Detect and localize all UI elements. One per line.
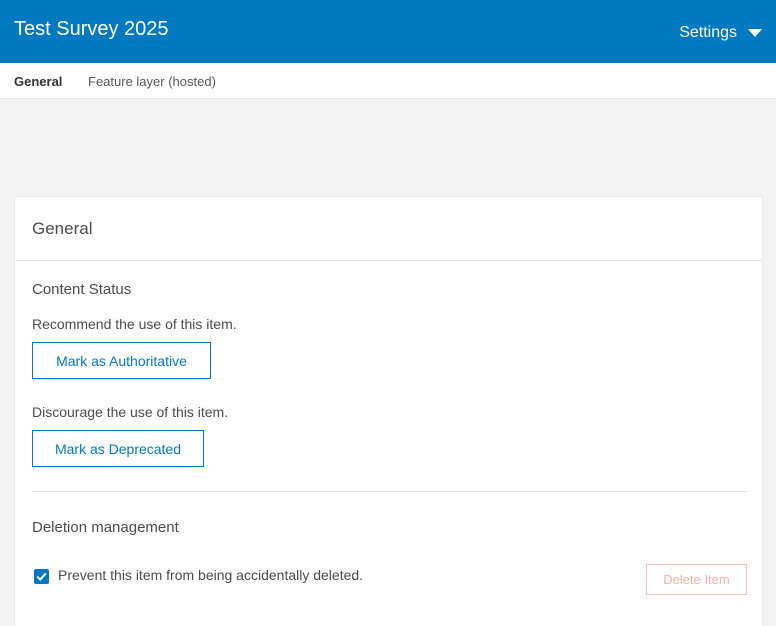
card-header: General <box>15 197 762 261</box>
card-heading: General <box>32 219 93 238</box>
top-bar: Test Survey 2025 Settings <box>0 0 776 63</box>
mark-deprecated-button[interactable]: Mark as Deprecated <box>32 430 204 467</box>
general-card: General Content Status Recommend the use… <box>14 196 763 626</box>
tab-general[interactable]: General <box>14 74 62 89</box>
deletion-management-title: Deletion management <box>32 519 179 536</box>
checkmark-icon <box>36 572 47 582</box>
page-title: Test Survey 2025 <box>14 18 169 40</box>
chevron-down-icon <box>748 29 762 37</box>
discourage-text: Discourage the use of this item. <box>32 404 229 420</box>
settings-label: Settings <box>679 24 737 41</box>
sub-navigation: General Feature layer (hosted) <box>0 63 776 99</box>
content-status-title: Content Status <box>32 281 132 298</box>
mark-authoritative-button[interactable]: Mark as Authoritative <box>32 342 211 379</box>
settings-dropdown[interactable]: Settings <box>679 24 762 42</box>
recommend-text: Recommend the use of this item. <box>32 316 237 332</box>
delete-item-button[interactable]: Delete Item <box>646 564 747 595</box>
tab-feature-layer[interactable]: Feature layer (hosted) <box>88 74 216 89</box>
prevent-delete-checkbox[interactable] <box>34 569 49 584</box>
prevent-delete-label[interactable]: Prevent this item from being accidentall… <box>58 567 363 583</box>
section-divider <box>32 491 747 492</box>
